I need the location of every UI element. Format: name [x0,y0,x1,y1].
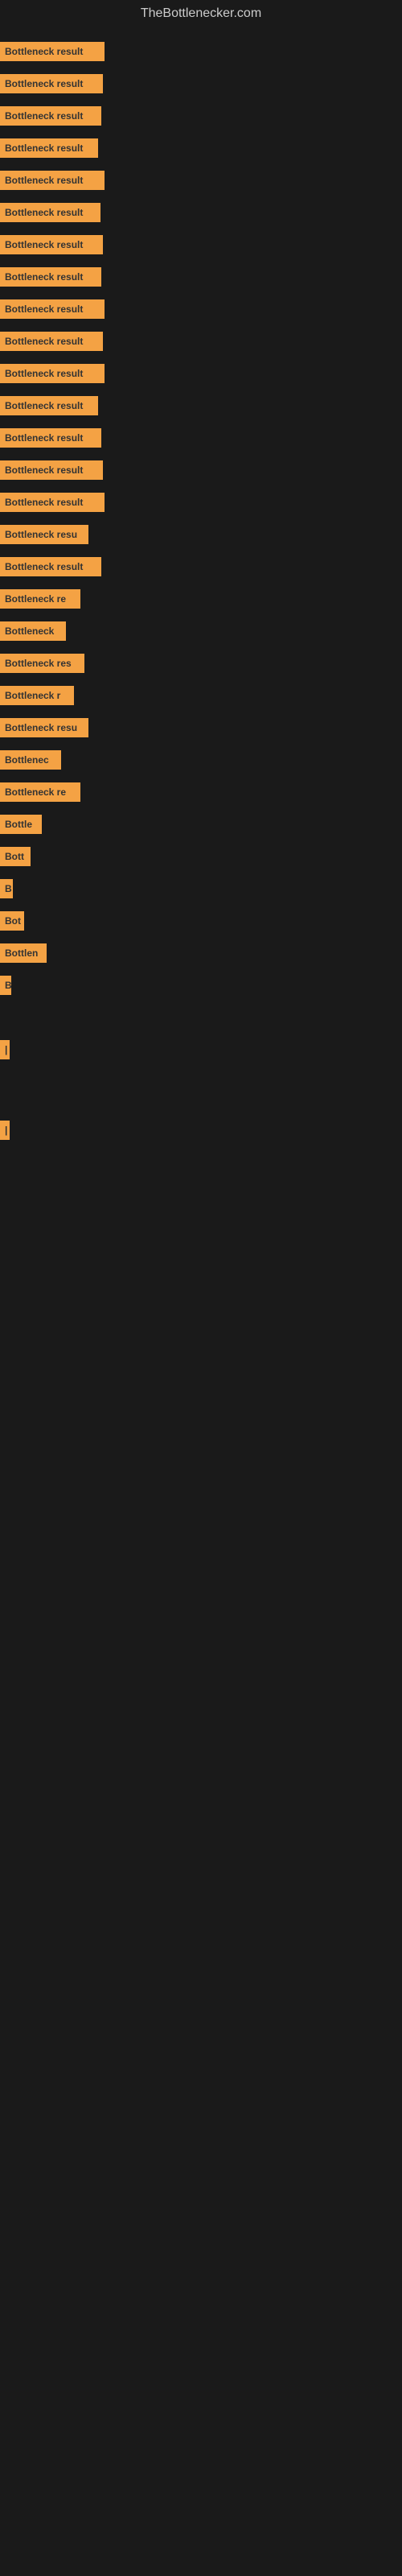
bar-label: Bottleneck res [0,654,84,673]
site-title: TheBottlenecker.com [0,0,402,27]
bar-label: Bottleneck result [0,493,105,512]
bar-row: Bottleneck result [0,35,402,68]
bar-row: Bottleneck result [0,261,402,293]
bar-label: Bottleneck re [0,589,80,609]
bar-label: Bottleneck result [0,396,98,415]
bar-label: Bottleneck result [0,203,100,222]
bar-label: Bottle [0,815,42,834]
bar-row: Bottleneck r [0,679,402,712]
bar-label: Bottleneck result [0,74,103,93]
bar-row: Bottleneck result [0,551,402,583]
bar-row: Bottlen [0,937,402,969]
bar-row: Bottleneck result [0,229,402,261]
bar-row: Bottleneck re [0,776,402,808]
bar-label: Bottleneck result [0,235,103,254]
bar-label: Bottlen [0,943,47,963]
bar-row [0,1018,402,1034]
bar-label: B [0,879,13,898]
bar-label: Bottleneck result [0,42,105,61]
bar-row: Bottleneck result [0,293,402,325]
bars-container: Bottleneck result Bottleneck result Bottle… [0,27,402,1154]
bar-row: Bot [0,905,402,937]
bar-row: B [0,873,402,905]
bar-row: Bottleneck [0,615,402,647]
bar-row: Bottleneck result [0,422,402,454]
bar-row: Bottlenec [0,744,402,776]
bar-row: Bott [0,840,402,873]
bar-row: Bottleneck result [0,390,402,422]
bar-row: Bottleneck result [0,454,402,486]
bar-row: Bottleneck res [0,647,402,679]
bar-row: Bottleneck result [0,164,402,196]
bar-row: Bottleneck result [0,100,402,132]
bar-row: Bottle [0,808,402,840]
bar-row [0,1066,402,1082]
bar-label: Bottlenec [0,750,61,770]
bar-row: Bottleneck result [0,357,402,390]
bar-row: Bottleneck resu [0,518,402,551]
bar-row [0,1001,402,1018]
bar-label: Bottleneck re [0,782,80,802]
bar-label: Bott [0,847,31,866]
bar-row: | [0,1034,402,1066]
bar-label: B [0,976,11,995]
bar-label: Bottleneck result [0,267,101,287]
bar-row: Bottleneck result [0,325,402,357]
bar-row [0,1098,402,1114]
bar-row: Bottleneck result [0,486,402,518]
bar-row: Bottleneck result [0,196,402,229]
bar-label: Bottleneck result [0,364,105,383]
bar-label: Bottleneck resu [0,525,88,544]
bar-label: Bot [0,911,24,931]
bar-row: Bottleneck result [0,68,402,100]
bar-row: | [0,1114,402,1146]
bar-label: | [0,1121,10,1140]
bar-label: Bottleneck result [0,557,101,576]
bar-label: | [0,1040,10,1059]
bar-label: Bottleneck r [0,686,74,705]
bar-label: Bottleneck result [0,106,101,126]
bar-label: Bottleneck result [0,171,105,190]
bar-label: Bottleneck result [0,299,105,319]
bar-label: Bottleneck [0,621,66,641]
bar-label: Bottleneck result [0,332,103,351]
bar-row: Bottleneck resu [0,712,402,744]
bar-row: Bottleneck result [0,132,402,164]
bar-row [0,1082,402,1098]
bar-row: Bottleneck re [0,583,402,615]
bar-row: B [0,969,402,1001]
bar-label: Bottleneck result [0,138,98,158]
bar-label: Bottleneck result [0,428,101,448]
bar-label: Bottleneck resu [0,718,88,737]
bar-label: Bottleneck result [0,460,103,480]
